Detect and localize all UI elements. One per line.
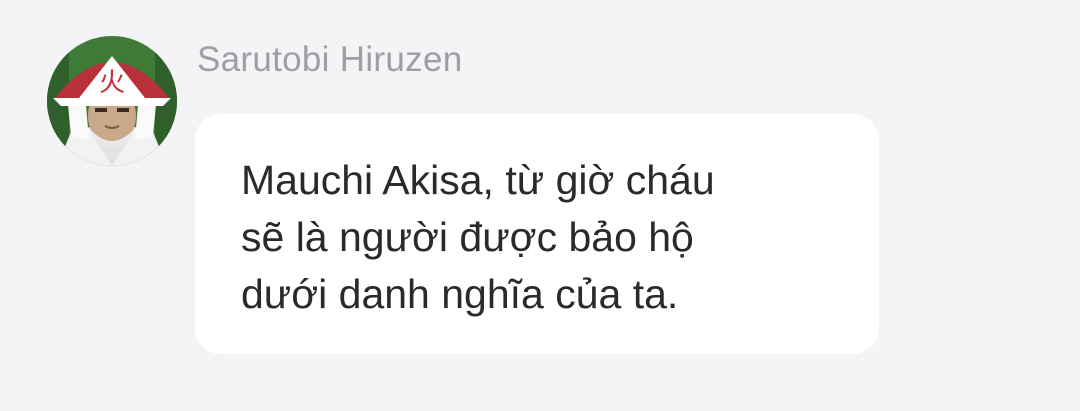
hokage-avatar-icon: 火 xyxy=(47,36,177,166)
message-line: dưới danh nghĩa của ta. xyxy=(241,271,679,317)
hat-kanji: 火 xyxy=(99,68,125,98)
message-line: sẽ là người được bảo hộ xyxy=(241,214,694,260)
message-text: Mauchi Akisa, từ giờ cháu sẽ là người đư… xyxy=(241,152,841,323)
sender-name: Sarutobi Hiruzen xyxy=(197,40,463,79)
chat-message-row: 火 Sarutobi Hiruzen Mauchi Akisa, từ giờ … xyxy=(0,0,1080,411)
message-bubble[interactable]: Mauchi Akisa, từ giờ cháu sẽ là người đư… xyxy=(195,114,879,354)
sender-avatar[interactable]: 火 xyxy=(47,36,177,166)
message-line: Mauchi Akisa, từ giờ cháu xyxy=(241,157,715,203)
